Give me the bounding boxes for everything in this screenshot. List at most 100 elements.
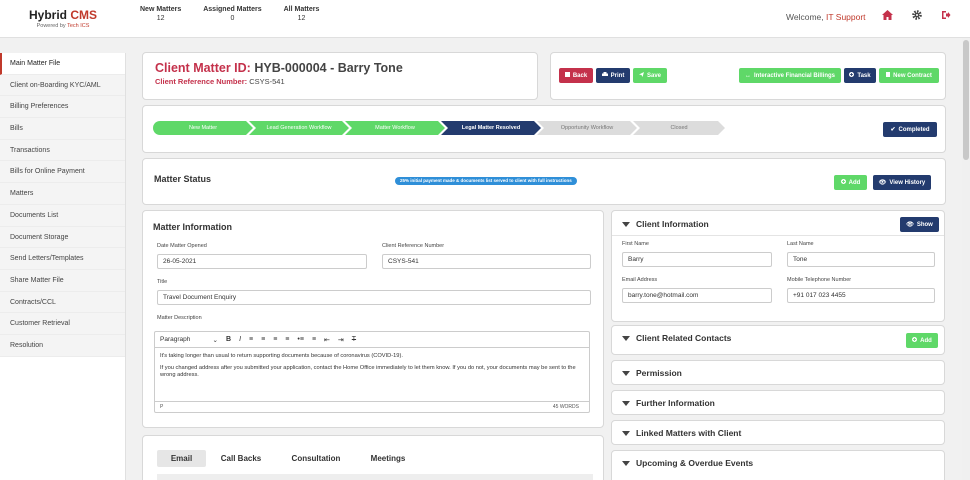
caret-down-icon (622, 370, 630, 376)
stat-new-matters[interactable]: New Matters 12 (140, 6, 181, 22)
numbered-list-icon[interactable]: ≡ (312, 336, 316, 343)
tab-call-backs[interactable]: Call Backs (215, 450, 267, 467)
sidebar-item-resolution[interactable]: Resolution (0, 334, 125, 357)
page-title: Client Matter ID: HYB-000004 - Barry Ton… (155, 61, 403, 75)
outdent-icon[interactable]: ⇤ (324, 336, 330, 344)
workflow-step-closed[interactable]: Closed (633, 121, 725, 135)
caret-down-icon (622, 221, 630, 227)
back-button[interactable]: Back (559, 68, 593, 83)
show-client-button[interactable]: 👁 Show (900, 217, 939, 232)
sidebar-item-customer-retrieval[interactable]: Customer Retrieval (0, 313, 125, 335)
align-right-icon[interactable]: ≡ (273, 336, 277, 343)
sidebar-item-main-matter-file[interactable]: Main Matter File (0, 53, 125, 75)
view-history-button[interactable]: 👁 View History (873, 175, 931, 190)
welcome-text: Welcome, IT Support (786, 12, 866, 22)
save-button[interactable]: Save (633, 68, 667, 83)
document-icon (886, 72, 891, 79)
scrollbar-thumb[interactable] (963, 40, 969, 160)
caret-down-icon (622, 460, 630, 466)
sidebar-item-bills-online-payment[interactable]: Bills for Online Payment (0, 161, 125, 184)
related-contacts-header[interactable]: Client Related Contacts (622, 333, 731, 343)
chevron-down-icon: ⌄ (212, 336, 218, 344)
mobile-field[interactable]: +91 017 023 4455 (787, 288, 935, 303)
related-contacts-add-button[interactable]: Add (906, 333, 938, 348)
bullet-list-icon[interactable]: •≡ (297, 336, 304, 343)
sidebar-item-send-letters[interactable]: Send Letters/Templates (0, 248, 125, 270)
stat-assigned-matters[interactable]: Assigned Matters 0 (203, 6, 261, 22)
page-scrollbar[interactable] (962, 38, 970, 480)
sidebar-item-transactions[interactable]: Transactions (0, 139, 125, 162)
tab-email[interactable]: Email (157, 450, 206, 467)
paragraph-select[interactable]: Paragraph ⌄ (160, 336, 218, 344)
align-left-icon[interactable]: ≡ (249, 336, 253, 343)
workflow-card: New Matter Lead Generation Workflow Matt… (142, 105, 946, 153)
editor-path: P (160, 404, 164, 410)
italic-icon[interactable]: I (239, 336, 241, 343)
task-button[interactable]: Task (844, 68, 876, 83)
bold-icon[interactable]: B (226, 336, 231, 343)
stat-all-matters[interactable]: All Matters 12 (284, 6, 320, 22)
sidebar-item-bills[interactable]: Bills (0, 118, 125, 140)
completed-button[interactable]: ✔ Completed (883, 122, 937, 137)
matter-stats: New Matters 12 Assigned Matters 0 All Ma… (140, 6, 319, 22)
align-justify-icon[interactable]: ≡ (285, 336, 289, 343)
indent-icon[interactable]: ⇥ (338, 336, 344, 344)
client-information-header[interactable]: Client Information (622, 219, 709, 229)
gear-icon[interactable] (912, 10, 922, 23)
align-center-icon[interactable]: ≡ (261, 336, 265, 343)
email-label: Email Address (622, 277, 658, 283)
logout-icon[interactable] (941, 10, 951, 23)
client-ref-label: Client Reference Number (382, 243, 445, 249)
caret-down-icon (622, 335, 630, 341)
editor-content[interactable]: It's taking longer than usual to return … (155, 348, 589, 380)
description-label: Matter Description (157, 315, 202, 321)
date-opened-field[interactable]: 26-05-2021 (157, 254, 367, 269)
status-add-button[interactable]: Add (834, 175, 867, 190)
logo[interactable]: Hybrid CMS Powered by Tech ICS (0, 0, 126, 38)
matter-status-title: Matter Status (154, 174, 212, 184)
sidebar: Main Matter File Client on-Boarding KYC/… (0, 53, 126, 480)
email-field[interactable]: barry.tone@hotmail.com (622, 288, 772, 303)
caret-down-icon (622, 430, 630, 436)
print-icon (601, 72, 608, 79)
logo-powered-by: Powered by Tech ICS (36, 23, 90, 29)
sidebar-item-contracts[interactable]: Contracts/CCL (0, 291, 125, 314)
client-ref-field[interactable]: CSYS-541 (382, 254, 591, 269)
tab-meetings[interactable]: Meetings (363, 450, 413, 467)
home-icon[interactable] (882, 10, 893, 23)
print-button[interactable]: Print (596, 68, 630, 83)
financial-billings-button[interactable]: ↔ Interactive Financial Billings (739, 68, 841, 83)
eye-icon: 👁 (906, 222, 914, 228)
permission-header[interactable]: Permission (622, 368, 682, 378)
sidebar-item-document-storage[interactable]: Document Storage (0, 226, 125, 249)
send-icon (638, 72, 644, 79)
client-reference-line: Client Reference Number: CSYS-541 (155, 77, 285, 86)
last-name-field[interactable]: Tone (787, 252, 935, 267)
workflow-step-matter-workflow[interactable]: Matter Workflow (345, 121, 445, 135)
sidebar-item-client-onboarding[interactable]: Client on-Boarding KYC/AML (0, 74, 125, 97)
eye-icon: 👁 (878, 180, 887, 186)
sidebar-item-matters[interactable]: Matters (0, 183, 125, 205)
user-name[interactable]: IT Support (826, 12, 866, 22)
upcoming-events-header[interactable]: Upcoming & Overdue Events (622, 458, 753, 468)
sidebar-item-share-matter-file[interactable]: Share Matter File (0, 269, 125, 292)
permission-card: Permission (611, 360, 945, 385)
sidebar-item-billing-preferences[interactable]: Billing Preferences (0, 96, 125, 119)
new-contract-button[interactable]: New Contract (879, 68, 939, 83)
workflow-step-lead-generation[interactable]: Lead Generation Workflow (249, 121, 349, 135)
first-name-field[interactable]: Barry (622, 252, 772, 267)
linked-matters-header[interactable]: Linked Matters with Client (622, 428, 741, 438)
client-information-card: Client Information 👁 Show First Name Bar… (611, 210, 945, 322)
workflow-step-opportunity[interactable]: Opportunity Workflow (537, 121, 637, 135)
workflow-step-legal-resolved[interactable]: Legal Matter Resolved (441, 121, 541, 135)
sidebar-item-documents-list[interactable]: Documents List (0, 204, 125, 227)
actions-card: Back Print Save ↔ Interactive Financial … (550, 52, 946, 100)
description-editor[interactable]: Paragraph ⌄ B I ≡ ≡ ≡ ≡ •≡ ≡ ⇤ ⇥ T It's t… (154, 331, 590, 413)
title-label: Title (157, 279, 168, 285)
further-information-header[interactable]: Further Information (622, 398, 715, 408)
clear-format-icon[interactable]: T (352, 336, 356, 343)
word-count: 45 WORDS (552, 404, 579, 410)
tab-consultation[interactable]: Consultation (283, 450, 349, 467)
workflow-step-new-matter[interactable]: New Matter (153, 121, 253, 135)
title-field[interactable]: Travel Document Enquiry (157, 290, 591, 305)
